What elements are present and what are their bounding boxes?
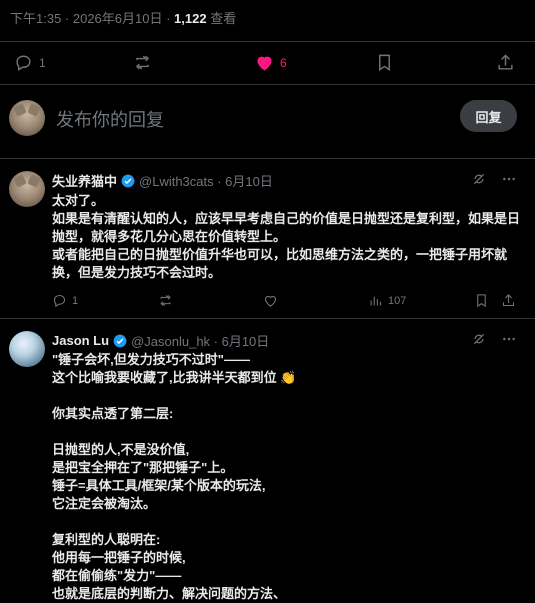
author-avatar[interactable]	[9, 331, 45, 367]
reply-input[interactable]: 发布你的回复	[56, 106, 164, 132]
views-count: 107	[388, 294, 407, 307]
more-icon[interactable]	[501, 331, 517, 347]
reply-composer: 发布你的回复 回复	[0, 92, 535, 144]
verified-badge-icon	[121, 174, 135, 187]
author-handle-date[interactable]: @Lwith3cats · 6月10日	[139, 171, 273, 190]
repost-action[interactable]	[133, 53, 152, 72]
verified-badge-icon	[113, 334, 127, 347]
tweet-action-bar: 1 107	[0, 293, 535, 313]
user-avatar[interactable]	[9, 100, 45, 136]
like-count: 6	[280, 55, 287, 70]
author-handle-date[interactable]: @Jasonlu_hk · 6月10日	[131, 331, 269, 350]
reply-tweet[interactable]: 失业养猫中 @Lwith3cats · 6月10日 太对了。 如果是有清醒认知的…	[0, 171, 535, 316]
more-icon[interactable]	[501, 171, 517, 187]
tweet-header: Jason Lu @Jasonlu_hk · 6月10日	[52, 331, 269, 350]
share-icon	[502, 294, 515, 307]
tweet-text: 太对了。 如果是有清醒认知的人，应该早早考虑自己的价值是日抛型还是复利型，如果是…	[52, 193, 521, 280]
bookmark-action[interactable]	[375, 53, 394, 72]
reply-action[interactable]: 1	[14, 53, 46, 72]
reply-count: 1	[39, 55, 46, 70]
reply-tweet[interactable]: Jason Lu @Jasonlu_hk · 6月10日 "锤子会坏,但发力技巧…	[0, 331, 535, 601]
author-name[interactable]: 失业养猫中	[52, 171, 117, 190]
divider	[0, 158, 535, 159]
repost-action[interactable]	[158, 293, 173, 308]
divider	[0, 318, 535, 319]
author-avatar[interactable]	[9, 171, 45, 207]
divider	[0, 84, 535, 85]
bookmark-icon	[379, 54, 390, 71]
bookmark-action[interactable]	[474, 293, 489, 308]
share-icon	[498, 54, 513, 70]
like-action[interactable]: 6	[255, 53, 287, 72]
reply-count: 1	[72, 294, 79, 307]
heart-filled-icon	[257, 56, 272, 71]
reply-action[interactable]: 1	[52, 293, 78, 308]
tweet-text: "锤子会坏,但发力技巧不过时"—— 这个比喻我要收藏了,比我讲半天都到位 👏 你…	[52, 352, 297, 601]
analytics-icon	[370, 296, 382, 306]
bookmark-icon	[477, 294, 486, 308]
tweet-top-icons	[471, 331, 517, 347]
post-time-date: 下午1:35 · 2026年6月10日 ·	[10, 11, 175, 26]
share-action[interactable]	[501, 293, 516, 308]
reply-icon	[53, 294, 66, 308]
grok-icon[interactable]	[471, 331, 487, 347]
like-action[interactable]	[263, 293, 278, 308]
reply-button[interactable]: 回复	[460, 100, 517, 132]
tweet-header: 失业养猫中 @Lwith3cats · 6月10日	[52, 171, 273, 190]
heart-icon	[264, 295, 277, 307]
reply-icon	[16, 55, 31, 71]
views-count: 1,122	[174, 11, 207, 26]
divider	[0, 41, 535, 42]
views-label: 查看	[206, 11, 237, 26]
author-name[interactable]: Jason Lu	[52, 333, 109, 348]
post-action-bar: 1 6	[0, 45, 535, 81]
repost-icon	[135, 55, 150, 70]
repost-icon	[160, 295, 171, 306]
views-action[interactable]: 107	[368, 293, 406, 308]
share-action[interactable]	[496, 53, 515, 72]
post-meta: 下午1:35 · 2026年6月10日 · 1,122 查看	[10, 8, 236, 27]
tweet-top-icons	[471, 171, 517, 187]
grok-icon[interactable]	[471, 171, 487, 187]
